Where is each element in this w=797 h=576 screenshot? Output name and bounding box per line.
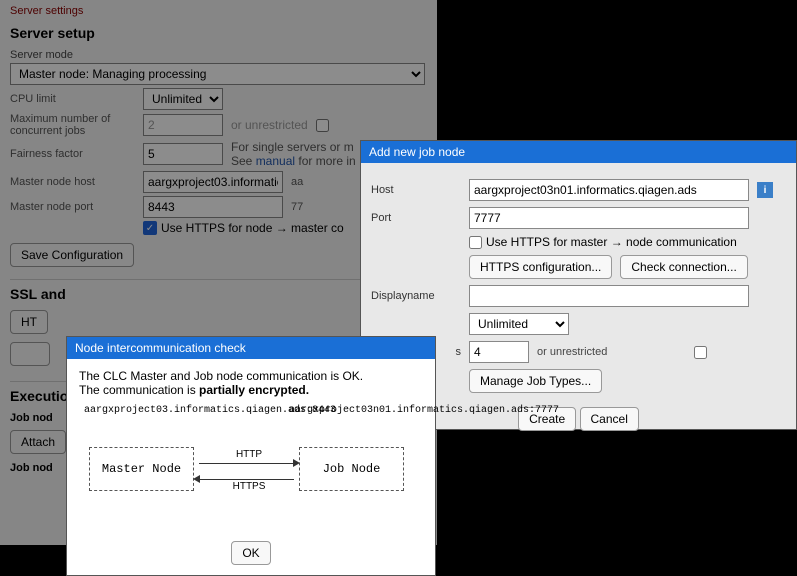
master-host-label: Master node host xyxy=(10,176,135,188)
concurrent-label: Maximum number of concurrent jobs xyxy=(10,113,135,137)
check-connection-button[interactable]: Check connection... xyxy=(620,255,747,279)
concurrent-input[interactable] xyxy=(143,114,223,136)
server-mode-select[interactable]: Master node: Managing processing xyxy=(10,63,425,85)
protocol-http: HTTP xyxy=(204,449,294,460)
master-port-input[interactable] xyxy=(143,196,283,218)
save-config-button[interactable]: Save Configuration xyxy=(10,243,134,267)
manual-link[interactable]: manual xyxy=(256,154,295,168)
master-port-suffix: 77 xyxy=(291,201,303,213)
master-host-input[interactable] xyxy=(143,171,283,193)
cpu-limit-select[interactable]: Unlimited xyxy=(143,88,223,110)
communication-diagram: aargxproject03.informatics.qiagen.ads:84… xyxy=(79,405,423,535)
check-message-1: The CLC Master and Job node communicatio… xyxy=(79,369,423,383)
host-label: Host xyxy=(371,184,461,196)
page-title: Server setup xyxy=(10,25,427,41)
host-input[interactable] xyxy=(469,179,749,201)
master-port-label: Master node port xyxy=(10,201,135,213)
use-https-checkbox[interactable]: Use HTTPS for master → node communicatio… xyxy=(469,235,737,249)
port-input[interactable] xyxy=(469,207,749,229)
dialog-title: Add new job node xyxy=(361,141,796,163)
node-check-dialog: Node intercommunication check The CLC Ma… xyxy=(66,336,436,576)
breadcrumb: Server settings xyxy=(10,5,427,17)
https-button[interactable]: HT xyxy=(10,310,48,334)
cancel-button[interactable]: Cancel xyxy=(580,407,639,431)
server-mode-label: Server mode xyxy=(10,49,427,61)
jobs-hint: or unrestricted xyxy=(537,346,607,358)
limit-select[interactable]: Unlimited xyxy=(469,313,569,335)
fairness-hint: For single servers or mSee manual for mo… xyxy=(231,140,356,168)
jobs-unrestricted-checkbox[interactable] xyxy=(615,346,786,359)
https-config-button[interactable]: HTTPS configuration... xyxy=(469,255,612,279)
use-https-bg-checkbox[interactable]: ✓Use HTTPS for node → master co xyxy=(143,221,344,235)
manage-job-types-button[interactable]: Manage Job Types... xyxy=(469,369,602,393)
displayname-label: Displayname xyxy=(371,290,461,302)
master-host-suffix: aa xyxy=(291,176,303,188)
port-label: Port xyxy=(371,212,461,224)
cpu-limit-label: CPU limit xyxy=(10,93,135,105)
fairness-input[interactable] xyxy=(143,143,223,165)
check-message-2: The communication is partially encrypted… xyxy=(79,383,423,397)
attach-button[interactable]: Attach xyxy=(10,430,66,454)
master-node-box: Master Node xyxy=(89,447,194,491)
job-address: aargxproject03n01.informatics.qiagen.ads… xyxy=(289,405,429,416)
info-icon[interactable]: i xyxy=(757,182,773,198)
protocol-https: HTTPS xyxy=(204,481,294,492)
jobs-input[interactable] xyxy=(469,341,529,363)
check-icon: ✓ xyxy=(143,221,157,235)
displayname-input[interactable] xyxy=(469,285,749,307)
check-dialog-title: Node intercommunication check xyxy=(67,337,435,359)
master-address: aargxproject03.informatics.qiagen.ads:84… xyxy=(84,405,224,416)
concurrent-unrestricted-checkbox[interactable] xyxy=(316,119,329,132)
fairness-label: Fairness factor xyxy=(10,148,135,160)
concurrent-hint: or unrestricted xyxy=(231,118,308,132)
blank-button[interactable] xyxy=(10,342,50,366)
job-node-box: Job Node xyxy=(299,447,404,491)
